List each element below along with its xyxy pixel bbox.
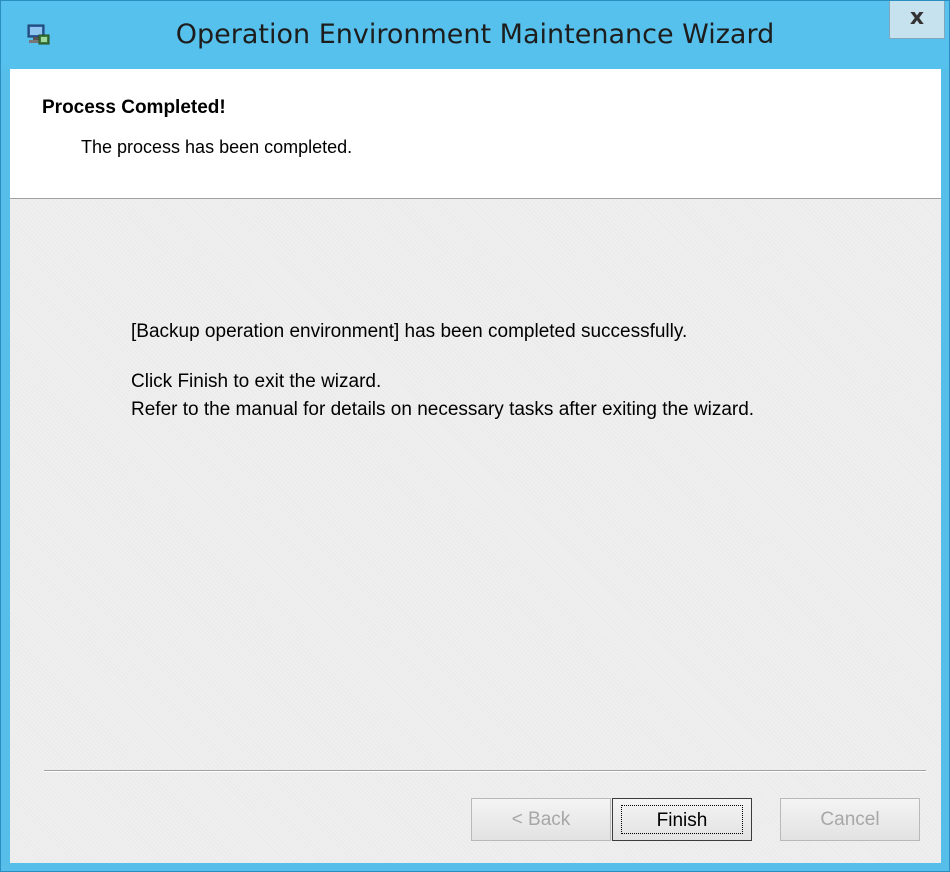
cancel-button[interactable]: Cancel <box>780 798 920 841</box>
wizard-window: Operation Environment Maintenance Wizard… <box>0 0 950 872</box>
back-button[interactable]: < Back <box>471 798 611 841</box>
button-separator <box>44 770 926 772</box>
finish-button[interactable]: Finish <box>612 798 752 841</box>
window-title: Operation Environment Maintenance Wizard <box>175 19 775 50</box>
page-subtitle: The process has been completed. <box>81 137 353 157</box>
wizard-header: Process Completed! The process has been … <box>10 69 941 199</box>
manual-reference: Refer to the manual for details on neces… <box>131 399 755 420</box>
close-icon: x <box>909 5 925 30</box>
completion-message: [Backup operation environment] has been … <box>131 321 688 342</box>
title-bar[interactable]: Operation Environment Maintenance Wizard… <box>1 1 949 69</box>
finish-instruction: Click Finish to exit the wizard. <box>131 371 382 392</box>
page-title: Process Completed! <box>42 97 226 118</box>
close-button[interactable]: x <box>889 1 945 39</box>
finish-button-label: Finish <box>621 805 743 834</box>
wizard-client-area: Process Completed! The process has been … <box>10 69 941 863</box>
computer-network-icon <box>27 24 50 45</box>
